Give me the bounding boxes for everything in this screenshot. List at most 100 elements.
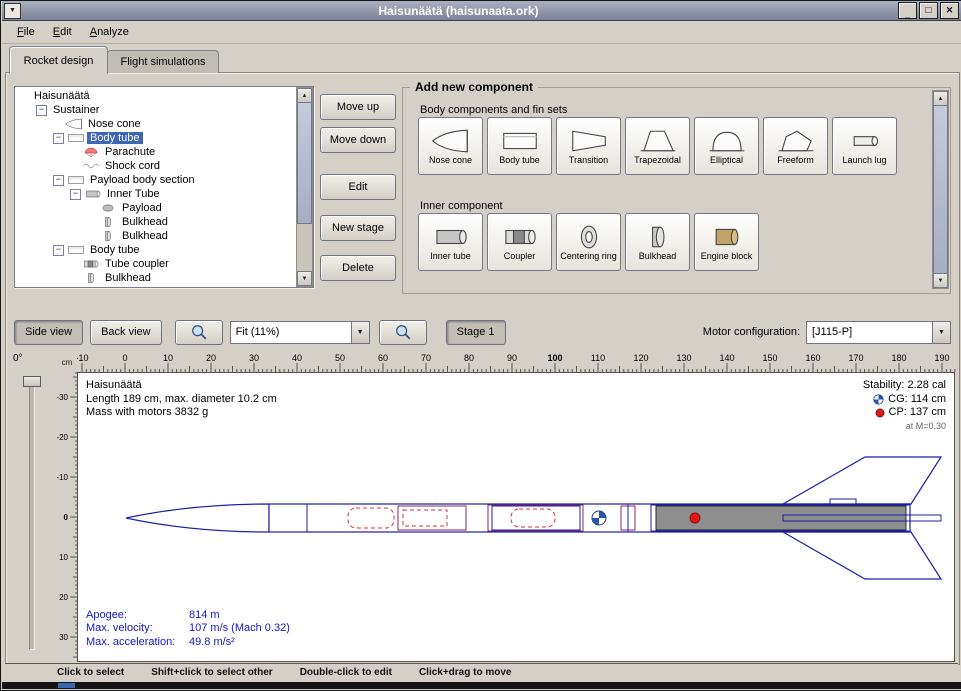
motor-configuration-value: [J115-P] [807,322,932,343]
tree-item-nose-cone[interactable]: Nose cone [19,117,297,131]
add-freeform-button[interactable]: Freeform [763,117,828,175]
svg-text:20: 20 [59,593,68,602]
app-window: ▼ Haisunäätä (haisunaata.ork) _ □ ✕ File… [0,0,961,691]
tree-item-body-tube[interactable]: − Body tube [19,243,297,257]
move-up-button[interactable]: Move up [320,94,396,120]
tree-item-label: Bulkhead [119,230,171,242]
tree-item-label: Body tube [87,244,143,256]
scrollbar-thumb[interactable] [933,105,948,274]
maximize-icon: □ [925,5,931,16]
tab-rocket-design[interactable]: Rocket design [9,46,108,74]
collapse-icon[interactable]: − [70,189,81,200]
tab-flight-simulations[interactable]: Flight simulations [107,50,219,73]
tree-item-payload[interactable]: Payload [19,201,297,215]
component-button-label: Trapezoidal [634,156,681,166]
tree-item-haisun-t[interactable]: Haisunäätä [19,89,297,103]
scroll-down-icon[interactable]: ▼ [933,273,948,288]
add-component-title: Add new component [410,80,538,94]
add-trapezoidal-button[interactable]: Trapezoidal [625,117,690,175]
collapse-icon[interactable]: − [53,133,64,144]
scroll-down-icon[interactable]: ▼ [297,271,312,286]
add-centering-ring-button[interactable]: Centering ring [556,213,621,271]
slider-handle[interactable] [23,376,41,387]
cp-icon [875,408,885,418]
stability-value: Stability: 2.28 cal [863,379,946,393]
add-elliptical-button[interactable]: Elliptical [694,117,759,175]
tree-item-bulkhead[interactable]: Bulkhead [19,229,297,243]
edit-button[interactable]: Edit [320,174,396,200]
component-button-label: Inner tube [430,252,471,262]
menu-file[interactable]: File [8,23,44,41]
add-launch-lug-button[interactable]: Launch lug [832,117,897,175]
body-components-label: Body components and fin sets [420,104,567,116]
flight-stat-value: 49.8 m/s² [189,636,235,648]
tree-item-label: Body tube [87,132,143,144]
close-button[interactable]: ✕ [940,2,959,19]
scrollbar-thumb[interactable] [297,102,312,224]
tree-item-bulkhead[interactable]: Bulkhead [19,271,297,285]
chevron-down-icon[interactable]: ▼ [351,322,369,343]
scroll-up-icon[interactable]: ▲ [297,88,312,103]
svg-text:-10: -10 [77,353,89,363]
view-toolbar: Side view Back view Fit (11%) ▼ Stage 1 … [6,314,959,350]
add-engine-block-button[interactable]: Engine block [694,213,759,271]
collapse-icon[interactable]: − [36,105,47,116]
tree-item-body-tube[interactable]: − Body tube [19,131,297,145]
chevron-down-icon[interactable]: ▼ [932,322,950,343]
menu-edit[interactable]: Edit [44,23,81,41]
tree-item-bulkhead[interactable]: Bulkhead [19,215,297,229]
add-coupler-button[interactable]: Coupler [487,213,552,271]
window-title: Haisunäätä (haisunaata.ork) [21,4,896,18]
maximize-button[interactable]: □ [919,2,938,19]
magnifier-icon [190,323,208,341]
rocket-canvas[interactable]: Haisunäätä Length 189 cm, max. diameter … [77,372,955,662]
zoom-in-button[interactable] [175,320,223,345]
add-inner-tube-button[interactable]: Inner tube [418,213,483,271]
tree-item-inner-tube[interactable]: −Inner Tube [19,187,297,201]
svg-text:140: 140 [719,353,734,363]
collapse-icon[interactable]: − [53,175,64,186]
add-nose-cone-button[interactable]: Nose cone [418,117,483,175]
cp-marker [690,513,700,523]
rotation-slider[interactable] [22,376,40,650]
move-down-button[interactable]: Move down [320,127,396,153]
svg-text:170: 170 [848,353,863,363]
rocket-info: Haisunäätä Length 189 cm, max. diameter … [86,379,277,420]
scroll-up-icon[interactable]: ▲ [933,91,948,106]
parachute-icon [82,146,102,158]
minimize-button[interactable]: _ [898,2,917,19]
tree-item-sustainer[interactable]: −Sustainer [19,103,297,117]
component-tree[interactable]: Haisunäätä−SustainerNose cone−Body tubeP… [15,87,297,287]
svg-text:50: 50 [335,353,345,363]
zoom-out-button[interactable] [379,320,427,345]
stage-1-button[interactable]: Stage 1 [446,320,506,345]
slider-track [29,376,35,650]
component-button-label: Launch lug [842,156,886,166]
tree-item-parachute[interactable]: Parachute [19,145,297,159]
tree-item-payload-body-section[interactable]: −Payload body section [19,173,297,187]
menu-analyze[interactable]: Analyze [81,23,138,41]
tree-item-tube-coupler[interactable]: Tube coupler [19,257,297,271]
tree-scrollbar[interactable]: ▲ ▼ [296,87,313,287]
svg-text:10: 10 [163,353,173,363]
back-view-button[interactable]: Back view [90,320,162,345]
minimize-icon: _ [905,9,910,19]
add-bulkhead-button[interactable]: Bulkhead [625,213,690,271]
zoom-select[interactable]: Fit (11%) ▼ [230,321,370,344]
add-transition-button[interactable]: Transition [556,117,621,175]
motor-configuration-select[interactable]: [J115-P] ▼ [806,321,951,344]
window-menu-icon[interactable]: ▼ [4,3,21,19]
flight-stat-row: Max. acceleration:49.8 m/s² [86,636,290,650]
side-view-button[interactable]: Side view [14,320,83,345]
delete-button[interactable]: Delete [320,255,396,281]
collapse-icon[interactable]: − [53,245,64,256]
new-stage-button[interactable]: New stage [320,215,396,241]
rocket-design-pane: Haisunäätä−SustainerNose cone−Body tubeP… [5,72,960,665]
rocket-mass: Mass with motors 3832 g [86,406,277,420]
inner-components-row: Inner tube CouplerCentering ringBulkheadE… [418,213,759,271]
add-panel-scrollbar[interactable]: ▲ ▼ [932,90,949,289]
ruler-unit-label: cm [57,352,77,372]
coupler-icon [498,223,542,251]
add-body-tube-button[interactable]: Body tube [487,117,552,175]
tree-item-shock-cord[interactable]: Shock cord [19,159,297,173]
